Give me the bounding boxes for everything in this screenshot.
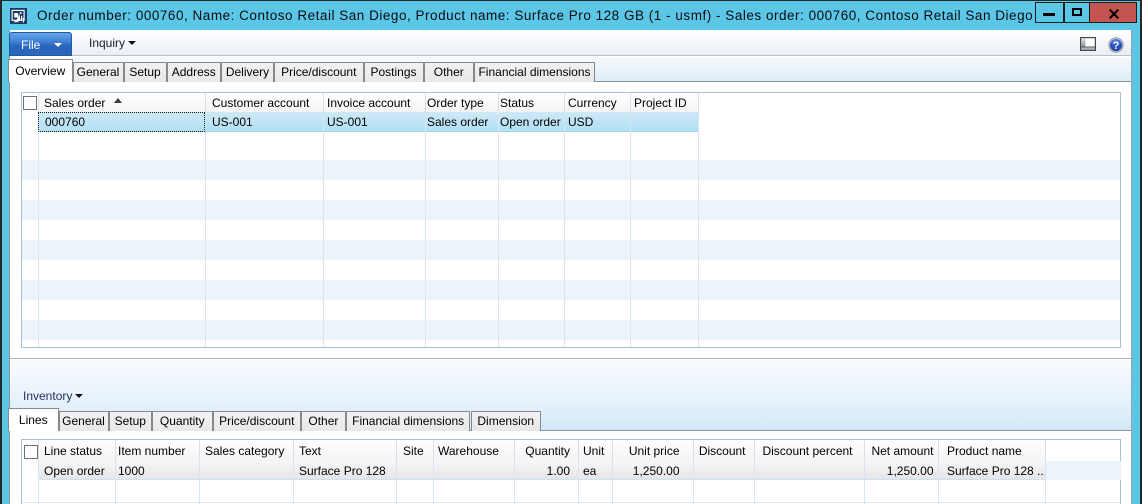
svg-text:?: ? — [1113, 40, 1120, 52]
